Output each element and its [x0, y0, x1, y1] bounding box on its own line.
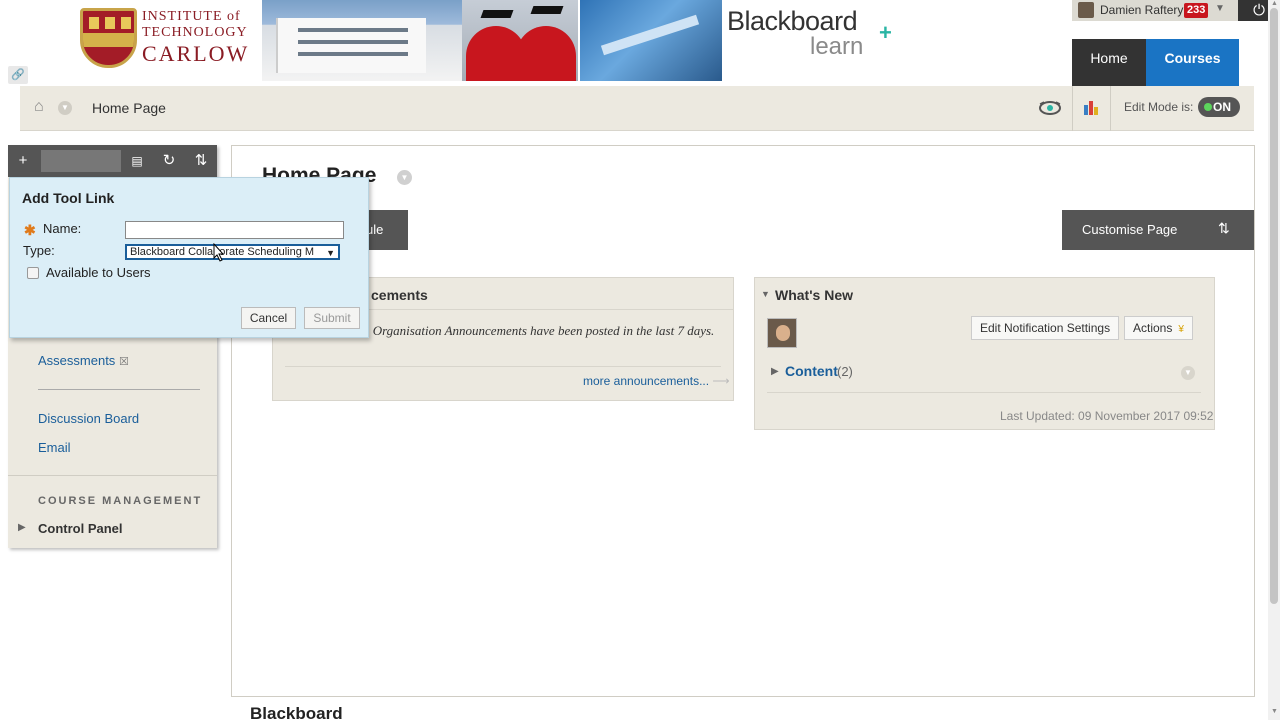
submit-button[interactable]: Submit — [304, 307, 360, 329]
last-updated: Last Updated: 09 November 2017 09:52 — [1000, 409, 1214, 423]
type-label: Type: — [23, 243, 55, 258]
user-avatar — [767, 318, 797, 348]
blackboard-logo: Blackboard + learn — [727, 6, 907, 60]
content-menu-icon[interactable]: ▼ — [1181, 366, 1195, 380]
expand-arrow-icon[interactable]: ▶ — [771, 366, 779, 377]
notification-badge[interactable]: 233 — [1184, 3, 1209, 18]
tab-courses[interactable]: Courses — [1146, 39, 1239, 86]
name-label: Name: — [43, 221, 82, 236]
content-count: (2) — [837, 364, 853, 379]
architecture-photo — [580, 0, 722, 81]
arrow-right-icon: ⟶ — [712, 374, 730, 388]
scroll-up-icon[interactable]: ▲ — [1271, 0, 1278, 7]
chevron-down-icon[interactable]: ▼ — [1215, 3, 1225, 14]
edit-mode-toggle[interactable]: ON — [1198, 97, 1240, 117]
whats-new-title: What's New — [775, 287, 854, 303]
breadcrumb: ⌂ ▼ Home Page Edit Mode is: ON — [20, 86, 1254, 131]
customise-page-button[interactable]: Customise Page ⇅ — [1062, 210, 1254, 250]
mouse-cursor-icon — [213, 243, 225, 262]
reorder-arrows-icon[interactable]: ⇅ — [190, 151, 212, 171]
bottom-module-title: Blackboard — [250, 704, 343, 720]
course-management-header: COURSE MANAGEMENT — [38, 495, 203, 507]
learn-wordmark: learn — [810, 33, 864, 60]
collapse-triangle-icon[interactable]: ▼ — [761, 289, 770, 299]
announcements-message: Organisation Announcements have been pos… — [372, 323, 715, 338]
action-bar: ule Customise Page ⇅ — [232, 210, 1254, 250]
quick-links-icon[interactable]: 🔗 — [8, 66, 28, 84]
actions-button[interactable]: Actions ¥ — [1124, 316, 1193, 340]
type-select[interactable]: Blackboard Collaborate Scheduling M ▼ — [125, 244, 340, 260]
whats-new-module: ▼ What's New Edit Notification Settings … — [754, 277, 1215, 430]
announcements-title: cements — [371, 287, 428, 303]
edit-mode-label: Edit Mode is: — [1124, 100, 1194, 114]
add-tool-link-dialog: Add Tool Link ✱ Name: Type: Blackboard C… — [9, 177, 369, 338]
refresh-icon[interactable]: ↻ — [158, 151, 180, 171]
menu-item-email[interactable]: Email — [38, 440, 71, 455]
course-menu-toolbar: + ▤ ↻ ⇅ — [8, 145, 217, 177]
logo-line3: CARLOW — [142, 41, 250, 66]
header-banner: INSTITUTE of TECHNOLOGY CARLOW Blackboar… — [0, 0, 1280, 86]
menu-item-assessments[interactable]: Assessments ☒ — [38, 353, 129, 368]
expand-arrow-icon[interactable]: ▶ — [18, 522, 26, 533]
more-announcements-link[interactable]: more announcements... ⟶ — [583, 374, 730, 388]
add-menu-item-plus-icon[interactable]: + — [12, 151, 34, 171]
building-photo — [262, 0, 462, 81]
name-input[interactable] — [125, 221, 344, 239]
page-title-menu-icon[interactable]: ▼ — [397, 170, 412, 185]
chevron-down-icon: ¥ — [1178, 324, 1184, 335]
dropdown-arrow-icon: ▼ — [324, 247, 335, 258]
reorder-arrows-icon[interactable]: ⇅ — [1218, 220, 1230, 237]
menu-item-discussion-board[interactable]: Discussion Board — [38, 411, 139, 426]
required-asterisk-icon: ✱ — [24, 222, 36, 238]
breadcrumb-current: Home Page — [92, 100, 166, 116]
home-icon[interactable]: ⌂ — [34, 98, 44, 116]
available-to-users-label: Available to Users — [46, 265, 151, 280]
institute-logo[interactable]: INSTITUTE of TECHNOLOGY CARLOW — [80, 8, 247, 70]
available-to-users-checkbox[interactable] — [27, 267, 39, 279]
banner-photos — [262, 0, 722, 81]
scrollbar-thumb[interactable] — [1270, 8, 1278, 604]
logo-line2: TECHNOLOGY — [142, 25, 248, 40]
user-avatar — [1078, 2, 1094, 18]
cancel-button[interactable]: Cancel — [241, 307, 296, 329]
customise-palette-icon[interactable] — [1083, 99, 1099, 115]
main-content: Home Page ▼ ule Customise Page ⇅ cements… — [231, 145, 1255, 697]
dialog-title: Add Tool Link — [22, 190, 115, 206]
graduates-photo — [462, 0, 578, 81]
student-preview-eye-icon[interactable] — [1038, 98, 1062, 118]
plus-icon: + — [879, 20, 892, 45]
control-panel-link[interactable]: Control Panel — [38, 521, 123, 536]
tab-home[interactable]: Home — [1072, 39, 1146, 86]
folder-view-icon[interactable]: ▤ — [126, 151, 148, 171]
content-link[interactable]: Content — [785, 363, 838, 379]
logo-line1: INSTITUTE of — [142, 9, 241, 24]
edit-mode-value: ON — [1213, 100, 1231, 114]
edit-notification-settings-button[interactable]: Edit Notification Settings — [971, 316, 1120, 340]
breadcrumb-menu-icon[interactable]: ▼ — [58, 101, 72, 115]
user-name: Damien Raftery — [1100, 3, 1184, 17]
page-scrollbar[interactable]: ▲ ▼ — [1268, 0, 1280, 720]
scroll-down-icon[interactable]: ▼ — [1271, 708, 1278, 715]
external-box-icon: ☒ — [118, 356, 129, 368]
crest-icon — [80, 8, 137, 68]
menu-toolbar-field — [41, 150, 121, 172]
